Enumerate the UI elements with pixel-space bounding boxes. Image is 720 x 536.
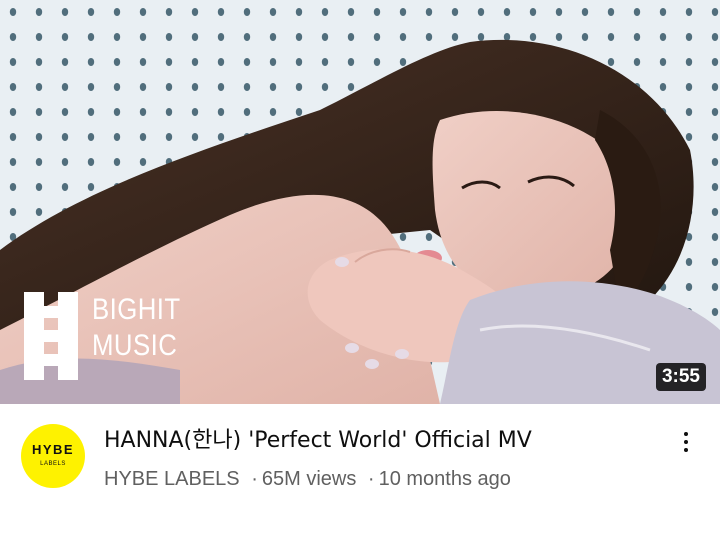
- watermark-line2: MUSIC: [92, 329, 178, 362]
- channel-name[interactable]: HYBE LABELS: [104, 468, 240, 490]
- bighit-logo-icon: [24, 292, 78, 380]
- bighit-music-watermark: BIGHIT MUSIC: [24, 292, 180, 380]
- watermark-line1: BIGHIT: [92, 293, 181, 326]
- avatar-logo-subtext: LABELS: [40, 461, 66, 467]
- video-subtitle: HYBE LABELS · 65M views · 10 months ago: [104, 464, 511, 494]
- view-count: 65M views: [261, 468, 357, 490]
- separator: ·: [251, 468, 258, 490]
- channel-avatar[interactable]: HYBE LABELS: [21, 424, 85, 488]
- video-title[interactable]: HANNA(한나) 'Perfect World' Official MV: [104, 424, 532, 458]
- video-meta: HYBE LABELS HANNA(한나) 'Perfect World' Of…: [0, 404, 720, 536]
- video-card: BIGHIT MUSIC 3:55 HYBE LABELS HANNA(한나) …: [0, 0, 720, 536]
- avatar-logo-text: HYBE: [31, 442, 75, 457]
- video-thumbnail[interactable]: BIGHIT MUSIC 3:55: [0, 0, 720, 404]
- separator: ·: [367, 468, 375, 490]
- duration-badge: 3:55: [655, 363, 706, 391]
- more-vert-icon[interactable]: [670, 426, 702, 458]
- upload-age: 10 months ago: [378, 468, 511, 490]
